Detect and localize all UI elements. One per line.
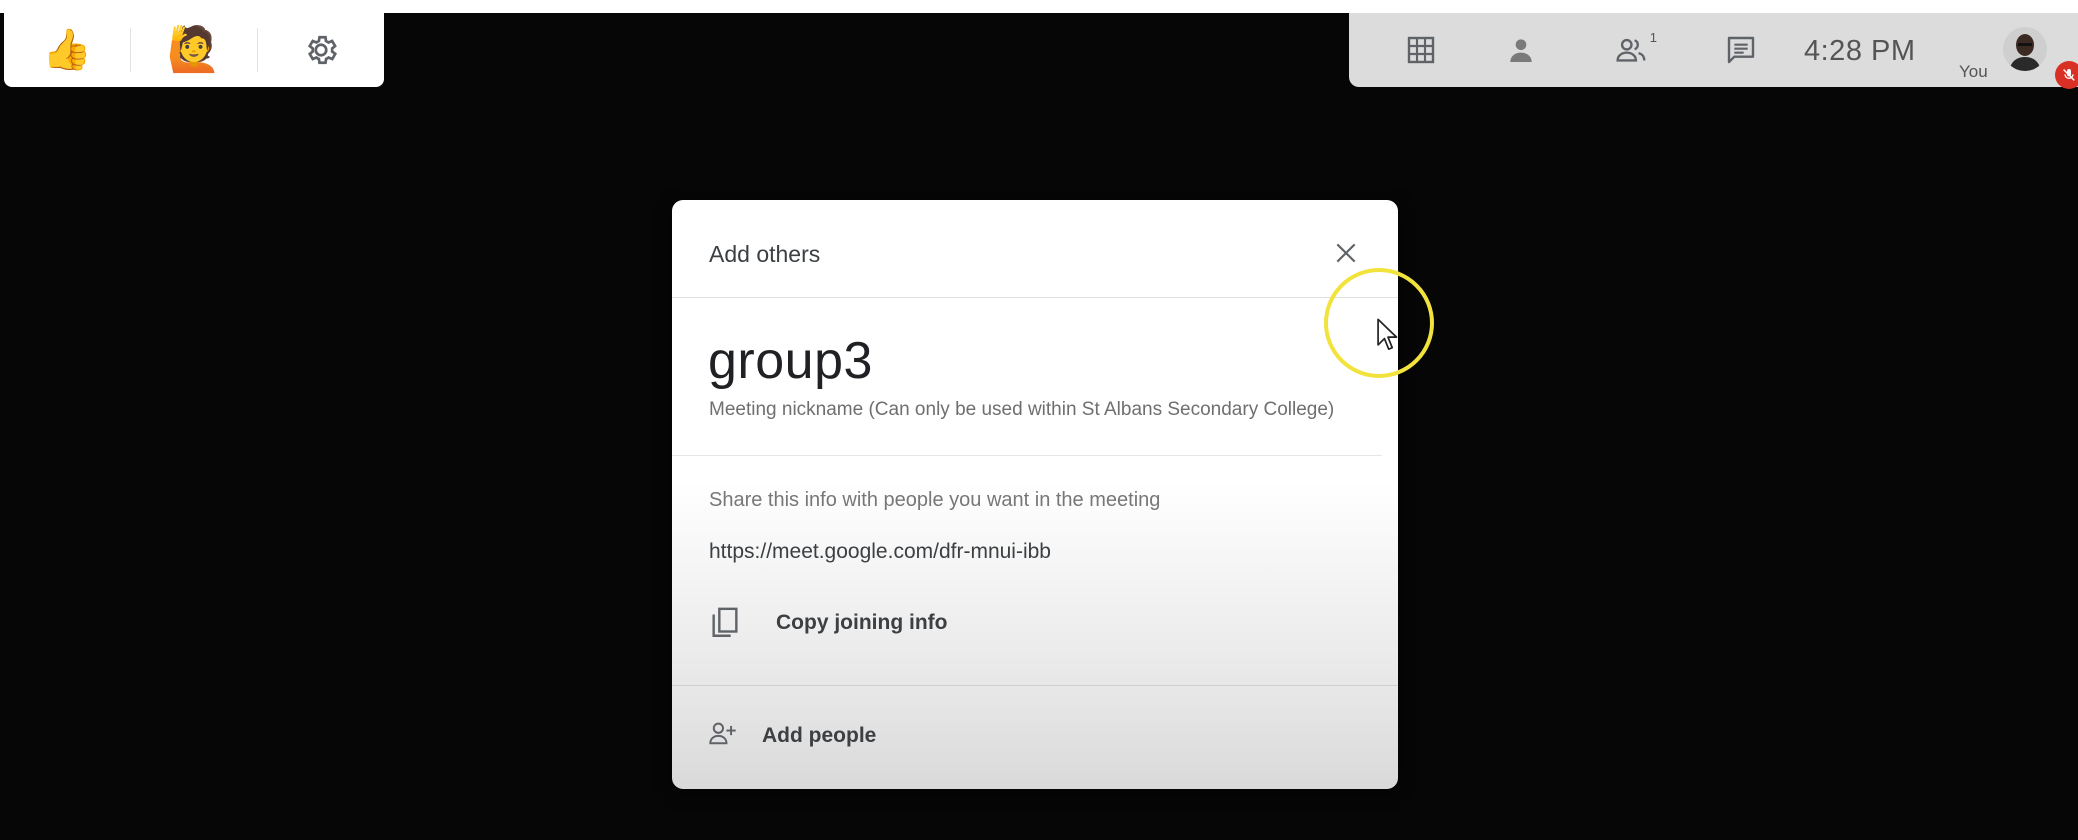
meeting-controls-bar: 1 4:28 PM You <box>1349 13 2078 89</box>
self-label: You <box>1959 62 1988 81</box>
divider <box>672 685 1398 686</box>
close-icon <box>1336 243 1356 263</box>
copy-joining-info-label: Copy joining info <box>776 611 948 634</box>
participant-count: 1 <box>1649 30 1657 45</box>
dialog-title: Add others <box>709 241 821 267</box>
participants-button[interactable]: 1 <box>1605 30 1659 70</box>
chat-button[interactable] <box>1719 30 1763 70</box>
add-people-button[interactable]: Add people <box>708 714 896 758</box>
thumbs-up-button[interactable]: 👍 <box>4 13 130 87</box>
gear-icon <box>307 35 338 65</box>
add-others-dialog: Add others group3 Meeting nickname (Can … <box>672 200 1398 789</box>
raise-hand-button[interactable]: 🙋 <box>131 13 257 87</box>
copy-joining-info-button[interactable]: Copy joining info <box>708 595 967 651</box>
meeting-url[interactable]: https://meet.google.com/dfr-mnui-ibb <box>709 540 1051 564</box>
user-avatar-image <box>2003 27 2047 71</box>
mic-muted-indicator <box>2055 61 2078 89</box>
meeting-nickname-caption: Meeting nickname (Can only be used withi… <box>709 399 1335 420</box>
share-info-text: Share this info with people you want in … <box>709 489 1161 511</box>
person-icon <box>1510 39 1532 62</box>
thumbs-up-icon: 👍 <box>42 28 92 72</box>
grid-layout-icon <box>1407 36 1435 64</box>
close-button[interactable] <box>1328 235 1364 271</box>
meeting-clock: 4:28 PM <box>1804 35 1916 67</box>
mic-off-icon <box>2063 69 2075 81</box>
mouse-cursor-icon <box>1377 318 1398 351</box>
avatar[interactable] <box>2003 27 2047 71</box>
chat-icon <box>1727 36 1755 64</box>
meeting-stage: 👍 🙋 1 4:28 PM You Add others group3 Meet… <box>0 0 2078 840</box>
top-strip <box>0 0 2078 13</box>
add-people-label: Add people <box>762 724 877 747</box>
meeting-nickname: group3 <box>708 332 873 390</box>
reactions-panel: 👍 🙋 <box>4 13 384 87</box>
people-icon <box>1616 38 1646 62</box>
settings-button[interactable] <box>258 13 384 87</box>
grid-layout-button[interactable] <box>1399 30 1443 70</box>
add-person-icon <box>708 721 738 752</box>
divider <box>672 455 1382 456</box>
copy-icon <box>708 606 754 640</box>
spotlight-button[interactable] <box>1499 30 1543 70</box>
divider <box>672 297 1398 298</box>
raise-hand-icon: 🙋 <box>166 25 222 74</box>
